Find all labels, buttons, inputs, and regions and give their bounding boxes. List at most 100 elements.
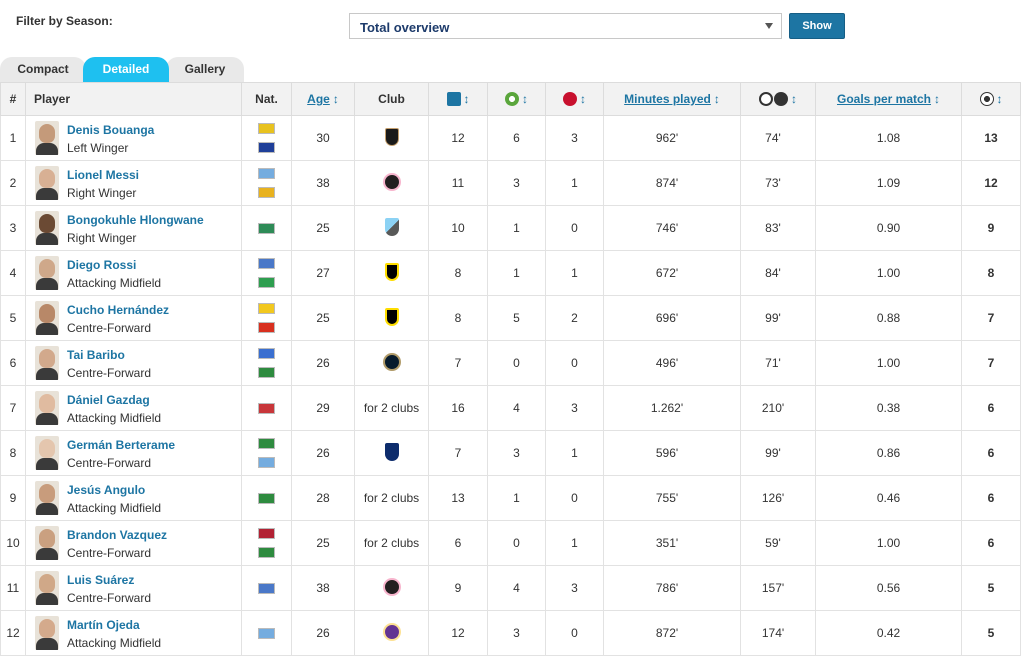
player-name-link[interactable]: Germán Berterame — [67, 438, 175, 452]
player-name-link[interactable]: Denis Bouanga — [67, 123, 154, 137]
player-avatar[interactable] — [35, 166, 59, 200]
lafc-icon[interactable] — [384, 127, 399, 146]
col-assists[interactable]: ↕ — [487, 82, 546, 116]
club-multi-label[interactable]: for 2 clubs — [364, 401, 419, 415]
player-name-link[interactable]: Tai Baribo — [67, 348, 125, 362]
inter-miami-icon[interactable] — [382, 577, 401, 596]
player-name-link[interactable]: Dániel Gazdag — [67, 393, 150, 407]
player-cell: Tai Baribo Centre-Forward — [25, 340, 242, 386]
appearances-cell[interactable]: 13 — [428, 475, 488, 521]
goals-cell[interactable]: 6 — [961, 430, 1021, 476]
appearances-cell[interactable]: 10 — [428, 205, 488, 251]
goals-cell[interactable]: 5 — [961, 565, 1021, 611]
club-cell: for 2 clubs — [354, 520, 429, 566]
col-appearances[interactable]: ↕ — [428, 82, 488, 116]
goals-cell[interactable]: 13 — [961, 115, 1021, 161]
columbus-icon[interactable] — [384, 307, 399, 326]
col-goals[interactable]: ↕ — [961, 82, 1021, 116]
goals-cell[interactable]: 5 — [961, 610, 1021, 656]
appearances-cell[interactable]: 6 — [428, 520, 488, 566]
col-minutes[interactable]: Minutes played ↕ — [603, 82, 741, 116]
rank-cell: 11 — [0, 565, 26, 611]
gpm-cell: 0.90 — [815, 205, 962, 251]
nationality-flags — [243, 492, 291, 504]
col-goals-per-match[interactable]: Goals per match ↕ — [815, 82, 962, 116]
goals-cell[interactable]: 6 — [961, 475, 1021, 521]
player-name-link[interactable]: Lionel Messi — [67, 168, 139, 182]
club-cell — [354, 610, 429, 656]
player-avatar[interactable] — [35, 346, 59, 380]
goals-cell[interactable]: 8 — [961, 250, 1021, 296]
sort-arrow-icon: ↕ — [791, 91, 797, 106]
appearances-cell[interactable]: 16 — [428, 385, 488, 431]
player-avatar[interactable] — [35, 211, 59, 245]
player-name-link[interactable]: Cucho Hernández — [67, 303, 169, 317]
player-avatar[interactable] — [35, 526, 59, 560]
age-cell: 25 — [291, 295, 355, 341]
player-name-link[interactable]: Diego Rossi — [67, 258, 136, 272]
tab-gallery[interactable]: Gallery — [166, 57, 244, 82]
player-avatar[interactable] — [35, 571, 59, 605]
nationality-cell — [241, 160, 292, 206]
col-penalties[interactable]: ↕ — [545, 82, 604, 116]
minnesota-icon[interactable] — [384, 217, 399, 236]
inter-miami-icon[interactable] — [382, 172, 401, 191]
player-name-link[interactable]: Brandon Vazquez — [67, 528, 167, 542]
player-avatar[interactable] — [35, 391, 59, 425]
player-name-link[interactable]: Bongokuhle Hlongwane — [67, 213, 204, 227]
appearances-cell[interactable]: 12 — [428, 610, 488, 656]
col-age[interactable]: Age ↕ — [291, 82, 355, 116]
table-body: 1 Denis Bouanga Left Winger 30 12 6 3 962' 74' 1.… — [0, 115, 1021, 656]
col-min-per-goal[interactable]: ↕ — [740, 82, 816, 116]
goals-cell[interactable]: 12 — [961, 160, 1021, 206]
goals-cell[interactable]: 9 — [961, 205, 1021, 251]
goals-cell[interactable]: 6 — [961, 385, 1021, 431]
appearances-cell[interactable]: 7 — [428, 340, 488, 386]
season-select[interactable]: Total overview — [349, 13, 782, 39]
player-name-link[interactable]: Luis Suárez — [67, 573, 134, 587]
min-per-goal-cell: 210' — [740, 385, 816, 431]
goals-cell[interactable]: 7 — [961, 295, 1021, 341]
philadelphia-icon[interactable] — [382, 352, 401, 371]
avatar-body — [36, 323, 58, 335]
avatar-body — [36, 638, 58, 650]
player-avatar[interactable] — [35, 481, 59, 515]
appearances-cell[interactable]: 11 — [428, 160, 488, 206]
player-name-link[interactable]: Jesús Angulo — [67, 483, 145, 497]
table-row: 9 Jesús Angulo Attacking Midfield 28 for 2 c… — [0, 475, 1021, 521]
tab-detailed[interactable]: Detailed — [83, 57, 169, 82]
table-row: 7 Dániel Gazdag Attacking Midfield 29 for 2 … — [0, 385, 1021, 431]
appearances-cell[interactable]: 12 — [428, 115, 488, 161]
monterrey-icon[interactable] — [384, 442, 399, 461]
appearances-cell[interactable]: 7 — [428, 430, 488, 476]
show-button[interactable]: Show — [789, 13, 845, 39]
columbus-icon[interactable] — [384, 262, 399, 281]
nationality-cell — [241, 115, 292, 161]
player-avatar[interactable] — [35, 121, 59, 155]
orlando-icon[interactable] — [382, 622, 401, 641]
club-multi-label[interactable]: for 2 clubs — [364, 491, 419, 505]
flag-icon — [258, 627, 275, 639]
appearances-cell[interactable]: 8 — [428, 250, 488, 296]
player-avatar[interactable] — [35, 436, 59, 470]
club-cell — [354, 205, 429, 251]
appearances-cell[interactable]: 9 — [428, 565, 488, 611]
player-avatar[interactable] — [35, 301, 59, 335]
club-multi-label[interactable]: for 2 clubs — [364, 536, 419, 550]
flag-icon — [258, 303, 275, 314]
appearances-cell[interactable]: 8 — [428, 295, 488, 341]
player-avatar[interactable] — [35, 256, 59, 290]
player-name-link[interactable]: Martín Ojeda — [67, 618, 140, 632]
goals-cell[interactable]: 7 — [961, 340, 1021, 386]
goals-cell[interactable]: 6 — [961, 520, 1021, 566]
player-cell: Denis Bouanga Left Winger — [25, 115, 242, 161]
col-minutes-label: Minutes played — [624, 92, 711, 106]
assists-cell: 5 — [487, 295, 546, 341]
gpm-cell: 1.09 — [815, 160, 962, 206]
flag-icon — [258, 438, 275, 449]
tab-compact[interactable]: Compact — [0, 57, 86, 82]
table-row: 4 Diego Rossi Attacking Midfield 27 8 1 1 672' 8… — [0, 250, 1021, 296]
assists-cell: 1 — [487, 250, 546, 296]
nationality-flags — [243, 168, 291, 198]
player-avatar[interactable] — [35, 616, 59, 650]
